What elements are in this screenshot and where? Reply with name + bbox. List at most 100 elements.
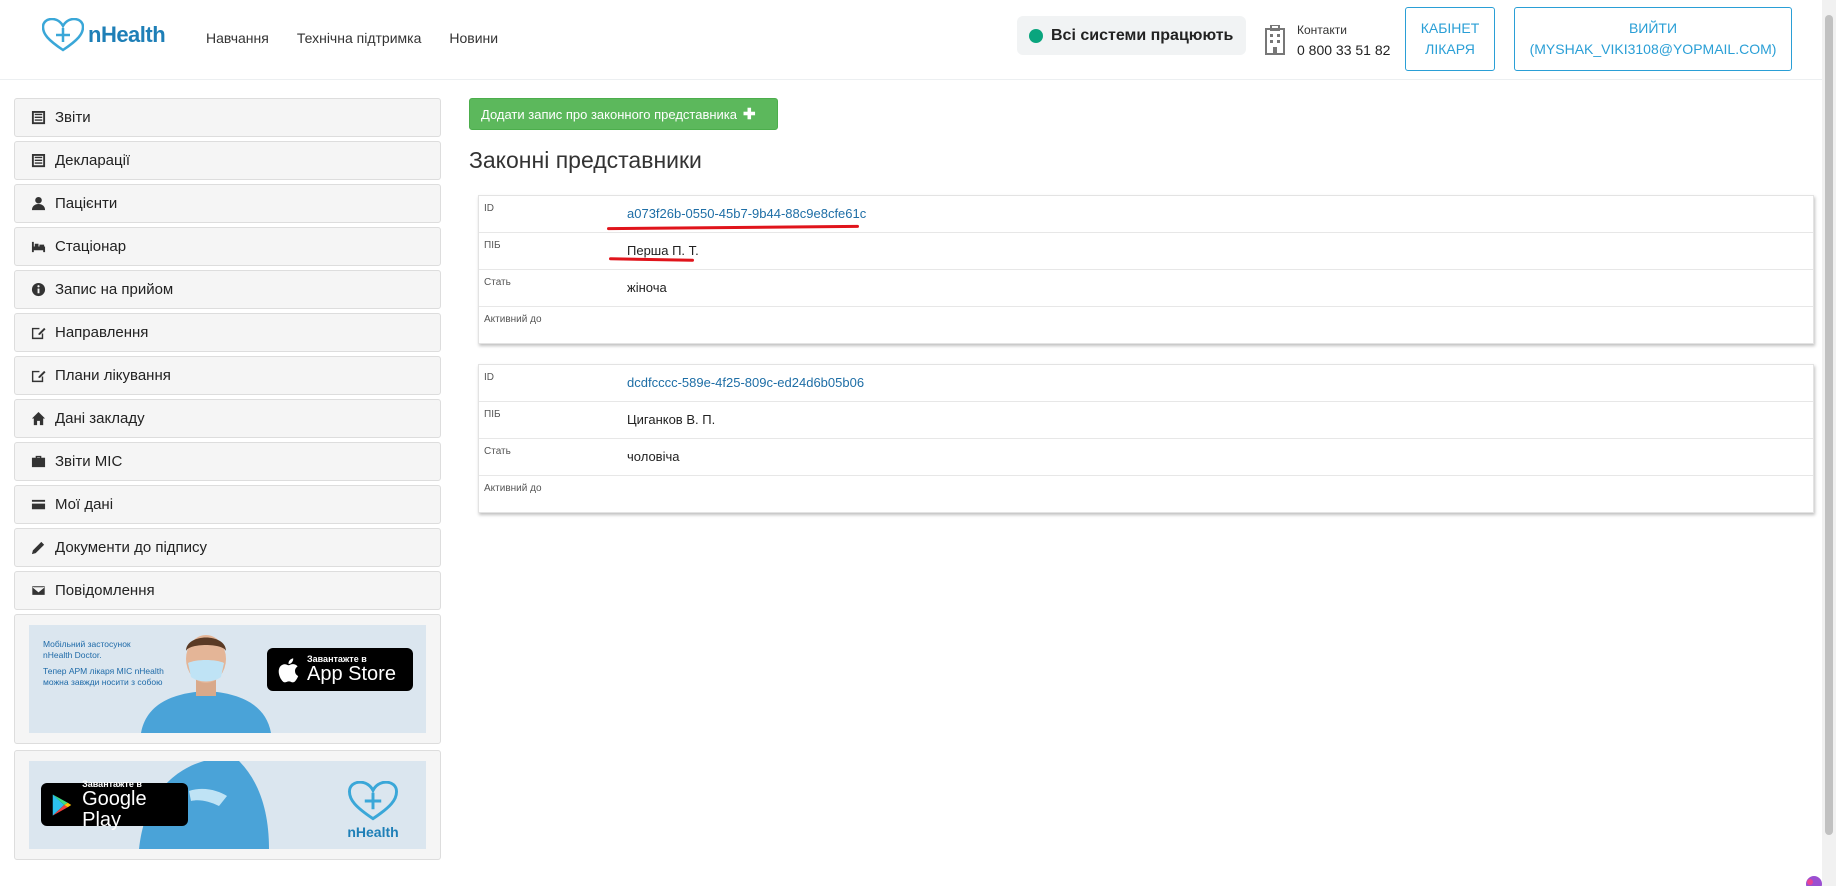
store-big-text: Google Play: [82, 787, 147, 831]
sidebar-item-declarations[interactable]: Декларації: [14, 141, 441, 180]
cabinet-label-line2: ЛІКАРЯ: [1425, 41, 1475, 57]
sidebar-item-label: Пацієнти: [55, 195, 118, 212]
page-title: Законні представники: [469, 147, 702, 173]
sidebar-item-label: Декларації: [55, 152, 131, 169]
active-until-row: Активний до: [479, 307, 1813, 343]
id-label: ID: [484, 203, 494, 214]
sidebar-item-label: Документи до підпису: [55, 539, 208, 556]
appstore-promo[interactable]: Мобільний застосунок nHealth Doctor. Теп…: [14, 614, 441, 744]
add-button-label: Додати запис про законного представника: [481, 106, 737, 122]
active-until-label: Активний до: [484, 314, 542, 325]
building-icon: [1265, 25, 1285, 55]
sex-label: Стать: [484, 446, 511, 457]
sex-row: Стать чоловіча: [479, 439, 1813, 476]
nhealth-promo-logo: nHealth: [347, 780, 399, 840]
system-status-badge[interactable]: Всі системи працюють: [1017, 16, 1246, 55]
nhealth-logo[interactable]: nHealth: [42, 18, 166, 52]
representative-name: Циганков В. П.: [627, 412, 716, 427]
sidebar-item-label: Мої дані: [55, 496, 114, 513]
name-label: ПІБ: [484, 240, 501, 251]
id-row: ID dcdfcccc-589e-4f25-809c-ed24d6b05b06: [479, 365, 1813, 402]
sidebar-item-treatment-plans[interactable]: Плани лікування: [14, 356, 441, 395]
representative-card: ID a073f26b-0550-45b7-9b44-88c9e8cfe61c …: [478, 195, 1814, 344]
home-icon: [30, 411, 46, 427]
main-content: Додати запис про законного представника …: [469, 98, 1817, 513]
sidebar-item-mis-reports[interactable]: Звіти МІС: [14, 442, 441, 481]
envelope-icon: [30, 583, 46, 599]
name-label: ПІБ: [484, 409, 501, 420]
sidebar-item-appointment[interactable]: Запис на прийом: [14, 270, 441, 309]
representative-card: ID dcdfcccc-589e-4f25-809c-ed24d6b05b06 …: [478, 364, 1814, 513]
sex-label: Стать: [484, 277, 511, 288]
contacts-block[interactable]: Контакти 0 800 33 51 82: [1263, 20, 1390, 60]
user-icon: [30, 196, 46, 212]
id-label: ID: [484, 372, 494, 383]
sidebar-item-label: Запис на прийом: [55, 281, 174, 298]
nav-news[interactable]: Новини: [449, 30, 498, 46]
logout-button[interactable]: ВИЙТИ (MYSHAK_VIKI3108@YOPMAIL.COM): [1514, 7, 1792, 71]
extension-icon[interactable]: [1786, 866, 1822, 886]
sidebar-item-patients[interactable]: Пацієнти: [14, 184, 441, 223]
store-big-text: App Store: [307, 663, 396, 685]
scrollbar-thumb[interactable]: [1825, 15, 1833, 835]
sidebar-item-messages[interactable]: Повідомлення: [14, 571, 441, 610]
status-ok-icon: [1029, 28, 1043, 43]
plus-icon: ✚: [743, 106, 756, 123]
promo-logo-text: nHealth: [347, 824, 399, 840]
cabinet-label-line1: КАБІНЕТ: [1420, 20, 1480, 36]
logo-text: nHealth: [88, 22, 166, 47]
bed-icon: [30, 239, 46, 255]
representative-id-link[interactable]: a073f26b-0550-45b7-9b44-88c9e8cfe61c: [627, 206, 866, 221]
annotation-underline: [608, 257, 695, 262]
logout-label-line1: ВИЙТИ: [1628, 20, 1678, 36]
appstore-button[interactable]: Завантажте в App Store: [267, 648, 413, 691]
googleplay-promo[interactable]: Завантажте в Google Play nHealth: [14, 750, 441, 860]
edit-icon: [30, 325, 46, 341]
contacts-label: Контакти: [1297, 23, 1347, 37]
sidebar-item-label: Стаціонар: [55, 238, 127, 255]
nav-support[interactable]: Технічна підтримка: [297, 30, 422, 46]
sidebar-item-label: Звіти: [55, 109, 91, 126]
top-header: nHealth Навчання Технічна підтримка Нови…: [0, 0, 1836, 80]
googleplay-banner[interactable]: Завантажте в Google Play nHealth: [29, 761, 426, 849]
info-icon: [30, 282, 46, 298]
google-play-icon: [52, 793, 72, 816]
doctor-image: [141, 635, 271, 733]
briefcase-icon: [30, 454, 46, 470]
sidebar-item-hospital[interactable]: Стаціонар: [14, 227, 441, 266]
list-icon: [30, 153, 46, 169]
add-representative-button[interactable]: Додати запис про законного представника …: [469, 98, 778, 130]
top-nav: Навчання Технічна підтримка Новини: [206, 30, 498, 46]
active-until-row: Активний до: [479, 476, 1813, 512]
page-scrollbar[interactable]: [1822, 0, 1836, 886]
sidebar-item-documents-to-sign[interactable]: Документи до підпису: [14, 528, 441, 567]
sex-row: Стать жіноча: [479, 270, 1813, 307]
representative-id-link[interactable]: dcdfcccc-589e-4f25-809c-ed24d6b05b06: [627, 375, 864, 390]
store-small-text: Завантажте в: [82, 778, 142, 789]
heart-cross-logo-icon: [42, 18, 84, 52]
doctor-cabinet-button[interactable]: КАБІНЕТ ЛІКАРЯ: [1405, 7, 1495, 71]
sidebar-item-facility[interactable]: Дані закладу: [14, 399, 441, 438]
sidebar-item-label: Звіти МІС: [55, 453, 123, 470]
name-row: ПІБ Перша П. Т.: [479, 233, 1813, 270]
sidebar-item-my-data[interactable]: Мої дані: [14, 485, 441, 524]
pencil-icon: [30, 540, 46, 556]
annotation-underline: [606, 224, 860, 231]
sidebar-item-referrals[interactable]: Направлення: [14, 313, 441, 352]
sidebar: Звіти Декларації Пацієнти Стаціонар Запи…: [14, 98, 441, 866]
apple-icon: [278, 657, 299, 682]
appstore-banner[interactable]: Мобільний застосунок nHealth Doctor. Теп…: [29, 625, 426, 733]
representative-name: Перша П. Т.: [627, 243, 699, 258]
active-until-label: Активний до: [484, 483, 542, 494]
edit-icon: [30, 368, 46, 384]
contacts-phone[interactable]: 0 800 33 51 82: [1297, 40, 1390, 60]
list-icon: [30, 110, 46, 126]
status-text: Всі системи працюють: [1051, 26, 1234, 44]
sidebar-item-reports[interactable]: Звіти: [14, 98, 441, 137]
name-row: ПІБ Циганков В. П.: [479, 402, 1813, 439]
sidebar-item-label: Повідомлення: [55, 582, 155, 599]
card-icon: [30, 497, 46, 513]
nav-training[interactable]: Навчання: [206, 30, 269, 46]
representative-sex: чоловіча: [627, 449, 680, 464]
googleplay-button[interactable]: Завантажте в Google Play: [41, 779, 188, 830]
